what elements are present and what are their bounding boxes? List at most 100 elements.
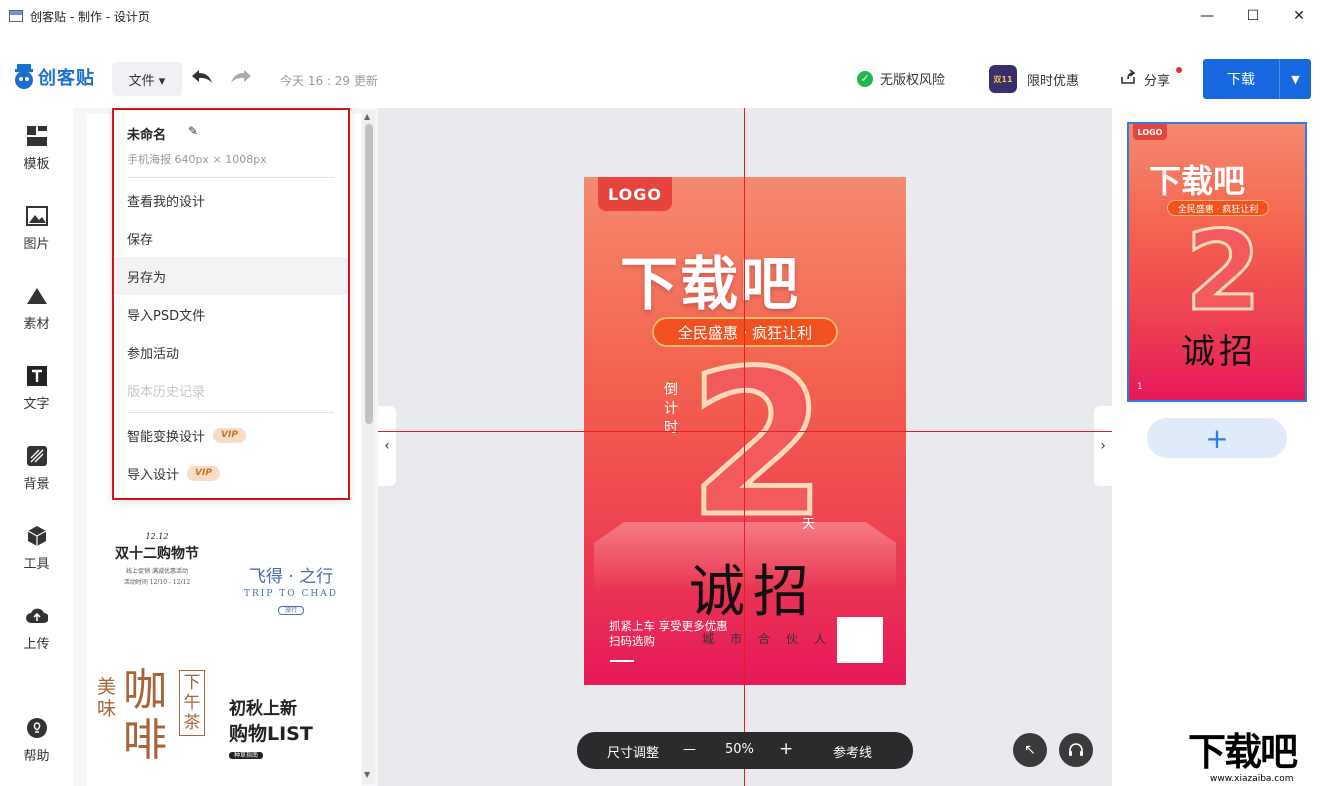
design-canvas-area[interactable]: ‹ › LOGO 下载吧 全民盛惠 · 疯狂让利 倒计时 2 天 诚招 抓紧上车… xyxy=(378,108,1112,786)
copyright-label: 无版权风险 xyxy=(880,73,946,88)
sidebar-label-background: 背景 xyxy=(23,476,50,492)
vip-badge: VIP xyxy=(213,427,246,443)
share-button[interactable]: 分享 xyxy=(1120,67,1182,89)
poster-recruit[interactable]: 诚招 xyxy=(689,547,817,628)
sidebar-item-upload[interactable]: 上传 xyxy=(0,588,73,668)
vertical-guide-line[interactable] xyxy=(744,108,745,786)
window-title: 创客贴 - 制作 - 设计页 xyxy=(30,9,150,24)
template-sub: 线上促销 满减优惠活动 xyxy=(126,568,188,575)
template-coffee-side: 下午茶 xyxy=(179,670,205,736)
menu-item-my-designs[interactable]: 查看我的设计 xyxy=(114,181,348,219)
maximize-button[interactable]: ☐ xyxy=(1230,0,1276,32)
template-autumn-line2: 购物LIST xyxy=(229,723,313,745)
menu-item-save[interactable]: 保存 xyxy=(114,219,348,257)
asset-scrollbar[interactable]: ▲ ▼ xyxy=(362,110,375,784)
zoom-in-button[interactable]: + xyxy=(779,739,793,759)
sidebar-item-template[interactable]: 模板 xyxy=(0,108,73,188)
menu-item-save-as[interactable]: 另存为 xyxy=(114,257,348,295)
app-logo[interactable]: 创客贴 xyxy=(12,64,95,90)
logo-mascot-icon xyxy=(12,64,36,90)
resize-button[interactable]: 尺寸调整 xyxy=(607,742,659,761)
poster-logo[interactable]: LOGO xyxy=(598,177,672,211)
tools-icon xyxy=(26,525,48,547)
zoom-out-button[interactable]: — xyxy=(683,742,696,757)
sidebar-label-template: 模板 xyxy=(23,156,50,172)
scroll-thumb[interactable] xyxy=(365,124,373,424)
download-dropdown-icon[interactable]: ▼ xyxy=(1280,73,1311,86)
sidebar-item-material[interactable]: 素材 xyxy=(0,268,73,348)
top-toolbar: 创客贴 文件 ▾ 今天 16 : 29 更新 ✓ 无版权风险 双11 限时优惠 … xyxy=(0,52,1322,108)
share-icon xyxy=(1120,69,1136,89)
template-autumn-tag: 种草指南 xyxy=(229,752,264,759)
poster-qr-code[interactable] xyxy=(837,617,883,663)
sidebar-item-image[interactable]: 图片 xyxy=(0,188,73,268)
rename-pencil-icon[interactable]: ✎ xyxy=(188,124,198,138)
horizontal-guide-line[interactable] xyxy=(378,431,1112,432)
minimize-button[interactable]: — xyxy=(1184,0,1230,32)
thumb-logo: LOGO xyxy=(1133,124,1167,140)
sidebar-label-text: 文字 xyxy=(23,396,50,412)
chevron-left-icon: ‹ xyxy=(384,438,390,454)
help-icon xyxy=(26,717,48,739)
poster-headline[interactable]: 下载吧 xyxy=(620,237,800,321)
document-size: 手机海报 640px × 1008px xyxy=(127,153,267,166)
template-trip-tag-wrap: 旅行 xyxy=(227,601,355,616)
sidebar-label-help: 帮助 xyxy=(23,748,50,764)
download-button[interactable]: 下载 ▼ xyxy=(1203,59,1311,99)
poster-countdown[interactable]: 倒计时 xyxy=(664,381,678,438)
menu-item-import-design-label: 导入设计 xyxy=(127,467,180,483)
promo-label: 限时优惠 xyxy=(1027,73,1080,89)
menu-divider xyxy=(127,412,334,413)
text-template-autumn[interactable]: 初秋上新 购物LIST 种草指南 xyxy=(229,694,357,759)
document-name: 未命名 xyxy=(127,128,167,143)
chevron-right-icon: › xyxy=(1100,438,1106,454)
left-sidebar: 模板 图片 素材 文字 背景 工具 上传 帮助 xyxy=(0,108,73,786)
sidebar-item-help[interactable]: 帮助 xyxy=(0,700,73,780)
zoom-toolbar: 尺寸调整 — 50% + 参考线 xyxy=(577,732,913,769)
thumb-recruit: 诚招 xyxy=(1181,332,1257,372)
share-label: 分享 xyxy=(1144,73,1171,89)
collapse-left-panel-button[interactable]: ‹ xyxy=(378,406,396,486)
file-menu-button[interactable]: 文件 ▾ xyxy=(112,62,182,96)
menu-item-smart-transform[interactable]: 智能变换设计 VIP xyxy=(114,416,348,454)
redo-icon[interactable] xyxy=(230,68,254,90)
sidebar-item-background[interactable]: 背景 xyxy=(0,428,73,508)
zoom-level[interactable]: 50% xyxy=(725,742,754,757)
sidebar-item-tools[interactable]: 工具 xyxy=(0,508,73,588)
back-to-top-button[interactable]: ↖ xyxy=(1013,733,1047,767)
watermark-brand: 下载吧 xyxy=(1188,730,1298,774)
template-trip-title: 飞得 · 之行 xyxy=(248,567,334,587)
guides-button[interactable]: 参考线 xyxy=(833,742,872,761)
window-controls: — ☐ ✕ xyxy=(1184,0,1322,32)
scroll-up-icon[interactable]: ▲ xyxy=(364,112,370,121)
customer-service-button[interactable] xyxy=(1059,733,1093,767)
sidebar-label-upload: 上传 xyxy=(23,636,50,652)
text-template-coffee[interactable]: 美味 咖啡 下午茶 xyxy=(95,666,215,776)
undo-icon[interactable] xyxy=(191,68,215,90)
upload-icon xyxy=(25,605,49,627)
poster-underline xyxy=(610,660,634,662)
copyright-safe-indicator[interactable]: ✓ 无版权风险 xyxy=(857,69,945,88)
template-title: 双十二购物节 xyxy=(115,546,199,562)
scroll-down-icon[interactable]: ▼ xyxy=(364,770,370,779)
poster-partner[interactable]: 城市合伙人 xyxy=(702,630,842,647)
double11-badge-icon: 双11 xyxy=(989,65,1017,93)
text-icon xyxy=(26,365,48,387)
poster-day[interactable]: 天 xyxy=(802,513,815,532)
watermark-url: www.xiazaiba.com xyxy=(1210,774,1294,784)
menu-item-import-psd[interactable]: 导入PSD文件 xyxy=(114,295,348,333)
text-template-double12[interactable]: 12.12 双十二购物节 线上促销 满减优惠活动 活动时间 12/10 - 12… xyxy=(97,532,217,622)
menu-item-join-event[interactable]: 参加活动 xyxy=(114,333,348,371)
collapse-right-panel-button[interactable]: › xyxy=(1094,406,1112,486)
menu-item-import-design[interactable]: 导入设计 VIP xyxy=(114,454,348,492)
material-icon xyxy=(26,285,48,307)
template-date: 12.12 xyxy=(145,532,169,541)
sidebar-item-text[interactable]: 文字 xyxy=(0,348,73,428)
close-button[interactable]: ✕ xyxy=(1276,0,1322,32)
page-thumbnail[interactable]: LOGO 下载吧 全民盛惠 · 疯狂让利 2 诚招 1 xyxy=(1127,122,1307,402)
limited-offer-button[interactable]: 双11 限时优惠 xyxy=(989,65,1079,93)
text-template-trip[interactable]: 飞得 · 之行 TRIP TO CHAD 旅行 xyxy=(227,562,355,622)
menu-item-smart-transform-label: 智能变换设计 xyxy=(127,429,206,445)
image-icon xyxy=(25,205,48,227)
add-page-button[interactable]: + xyxy=(1147,418,1287,458)
